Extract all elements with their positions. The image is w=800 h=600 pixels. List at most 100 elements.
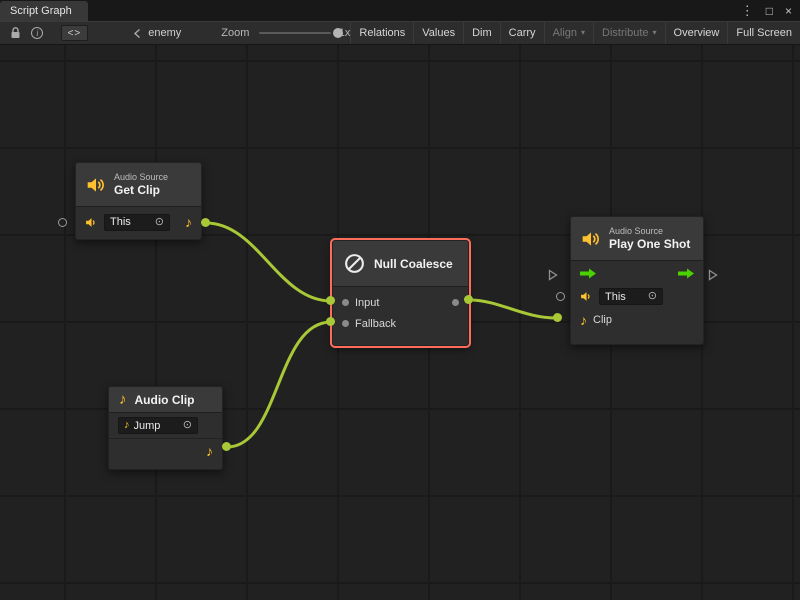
chevron-down-icon: ▾ bbox=[581, 29, 585, 37]
node-null-coalesce[interactable]: Null Coalesce Input Fallback bbox=[332, 240, 469, 346]
port-rows: Input Fallback bbox=[333, 287, 468, 334]
node-row-value: ♪ Jump ⊙ bbox=[109, 413, 222, 438]
node-title: Null Coalesce bbox=[374, 257, 453, 271]
relations-label: Relations bbox=[359, 27, 405, 39]
node-category: Audio Source bbox=[114, 172, 168, 183]
clip-port-label: Clip bbox=[593, 314, 612, 326]
result-port-dot[interactable] bbox=[452, 299, 459, 306]
node-row-this: This ⊙ ♪ bbox=[76, 207, 201, 237]
wire-getclip-to-nullcoalesce-input[interactable] bbox=[206, 223, 331, 301]
audio-source-icon bbox=[580, 290, 593, 303]
port-playoneshot-flow-in-triangle[interactable] bbox=[548, 269, 558, 281]
values-button[interactable]: Values bbox=[413, 22, 463, 44]
info-icon[interactable]: i bbox=[30, 24, 44, 42]
graph-breadcrumb[interactable]: enemy bbox=[132, 27, 181, 39]
node-header: ♪ Audio Clip bbox=[109, 387, 222, 413]
close-icon[interactable]: × bbox=[785, 5, 792, 17]
this-object-field[interactable]: This ⊙ bbox=[104, 214, 170, 231]
graph-name: enemy bbox=[148, 27, 181, 39]
audio-clip-output-icon: ♪ bbox=[206, 444, 213, 458]
flow-out-arrow-icon[interactable] bbox=[678, 268, 694, 279]
port-nullcoalesce-fallback[interactable] bbox=[326, 317, 335, 326]
unity-script-graph-window: { "window": { "tab": "Script Graph" }, "… bbox=[0, 0, 800, 600]
node-row-this: This ⊙ bbox=[571, 285, 703, 308]
node-header: Audio Source Play One Shot bbox=[571, 217, 703, 261]
port-nullcoalesce-input[interactable] bbox=[326, 296, 335, 305]
graph-canvas[interactable]: Audio Source Get Clip This ⊙ ♪ bbox=[0, 45, 800, 600]
wire-audioclip-to-nullcoalesce-fallback[interactable] bbox=[227, 322, 331, 447]
align-button[interactable]: Align ▾ bbox=[544, 22, 593, 44]
zoom-slider-track bbox=[259, 32, 330, 34]
object-picker-icon[interactable]: ⊙ bbox=[183, 420, 192, 431]
port-getclip-this-input[interactable] bbox=[58, 218, 67, 227]
full-screen-label: Full Screen bbox=[736, 27, 792, 39]
port-nullcoalesce-output[interactable] bbox=[464, 295, 473, 304]
align-label: Align bbox=[553, 27, 577, 39]
full-screen-button[interactable]: Full Screen bbox=[727, 22, 800, 44]
lock-icon[interactable] bbox=[8, 24, 22, 42]
node-audio-source-get-clip[interactable]: Audio Source Get Clip This ⊙ ♪ bbox=[75, 162, 202, 240]
tab-label: Script Graph bbox=[10, 5, 72, 17]
overview-button[interactable]: Overview bbox=[665, 22, 728, 44]
port-row-input: Input bbox=[333, 292, 468, 313]
flow-in-arrow-icon[interactable] bbox=[580, 268, 596, 279]
audio-clip-icon: ♪ bbox=[119, 392, 127, 407]
chevron-down-icon: ▾ bbox=[653, 29, 657, 37]
maximize-icon[interactable]: □ bbox=[766, 5, 773, 17]
graph-toolbar: i <> enemy Zoom 1x Relations Values Dim … bbox=[0, 21, 800, 45]
node-audio-clip-literal[interactable]: ♪ Audio Clip ♪ Jump ⊙ ♪ bbox=[108, 386, 223, 470]
dim-label: Dim bbox=[472, 27, 492, 39]
audio-clip-type-icon: ♪ bbox=[124, 420, 130, 431]
object-picker-icon[interactable]: ⊙ bbox=[155, 217, 164, 228]
node-row-clip: ♪ Clip bbox=[571, 308, 703, 331]
node-title: Audio Clip bbox=[135, 393, 195, 407]
audio-source-icon bbox=[86, 175, 106, 195]
node-title: Get Clip bbox=[114, 183, 168, 197]
tab-script-graph[interactable]: Script Graph bbox=[0, 1, 88, 21]
input-port-dot[interactable] bbox=[342, 299, 349, 306]
window-tab-bar: Script Graph ⋮ □ × bbox=[0, 0, 800, 21]
node-title: Play One Shot bbox=[609, 237, 690, 251]
distribute-button[interactable]: Distribute ▾ bbox=[593, 22, 664, 44]
node-header: Null Coalesce bbox=[333, 241, 468, 287]
window-controls: ⋮ □ × bbox=[741, 0, 792, 21]
node-category: Audio Source bbox=[609, 226, 690, 237]
distribute-label: Distribute bbox=[602, 27, 648, 39]
port-playoneshot-flow-out-triangle[interactable] bbox=[708, 269, 718, 281]
field-value: Jump bbox=[134, 420, 179, 432]
audio-clip-object-field[interactable]: ♪ Jump ⊙ bbox=[118, 417, 198, 434]
node-row-output: ♪ bbox=[109, 439, 222, 462]
node-audio-source-play-one-shot[interactable]: Audio Source Play One Shot This ⊙ bbox=[570, 216, 704, 345]
object-picker-icon[interactable]: ⊙ bbox=[648, 291, 657, 302]
toolbar-buttons: Relations Values Dim Carry Align ▾ Distr… bbox=[350, 22, 800, 44]
values-label: Values bbox=[422, 27, 455, 39]
overview-label: Overview bbox=[674, 27, 720, 39]
relations-button[interactable]: Relations bbox=[350, 22, 413, 44]
port-playoneshot-this-input[interactable] bbox=[556, 292, 565, 301]
wire-nullcoalesce-to-playoneshot-clip[interactable] bbox=[469, 300, 557, 318]
graph-breadcrumb-icon bbox=[132, 28, 143, 39]
this-object-field[interactable]: This ⊙ bbox=[599, 288, 663, 305]
carry-label: Carry bbox=[509, 27, 536, 39]
input-port-label: Input bbox=[355, 297, 379, 309]
dim-button[interactable]: Dim bbox=[463, 22, 500, 44]
field-value: This bbox=[605, 291, 644, 303]
zoom-slider[interactable] bbox=[259, 26, 330, 40]
port-getclip-output[interactable] bbox=[201, 218, 210, 227]
port-playoneshot-clip-input[interactable] bbox=[553, 313, 562, 322]
audio-clip-type-icon: ♪ bbox=[580, 313, 587, 327]
port-audioclip-output[interactable] bbox=[222, 442, 231, 451]
port-row-fallback: Fallback bbox=[333, 313, 468, 334]
field-value: This bbox=[110, 216, 151, 228]
node-header: Audio Source Get Clip bbox=[76, 163, 201, 207]
audio-source-icon bbox=[85, 216, 98, 229]
code-view-button[interactable]: <> bbox=[61, 25, 89, 41]
fallback-port-label: Fallback bbox=[355, 318, 396, 330]
window-menu-icon[interactable]: ⋮ bbox=[741, 4, 754, 17]
audio-clip-type-icon: ♪ bbox=[185, 215, 192, 229]
carry-button[interactable]: Carry bbox=[500, 22, 544, 44]
null-coalesce-icon bbox=[343, 252, 366, 275]
fallback-port-dot[interactable] bbox=[342, 320, 349, 327]
info-glyph: i bbox=[31, 27, 43, 39]
audio-source-icon bbox=[581, 229, 601, 249]
